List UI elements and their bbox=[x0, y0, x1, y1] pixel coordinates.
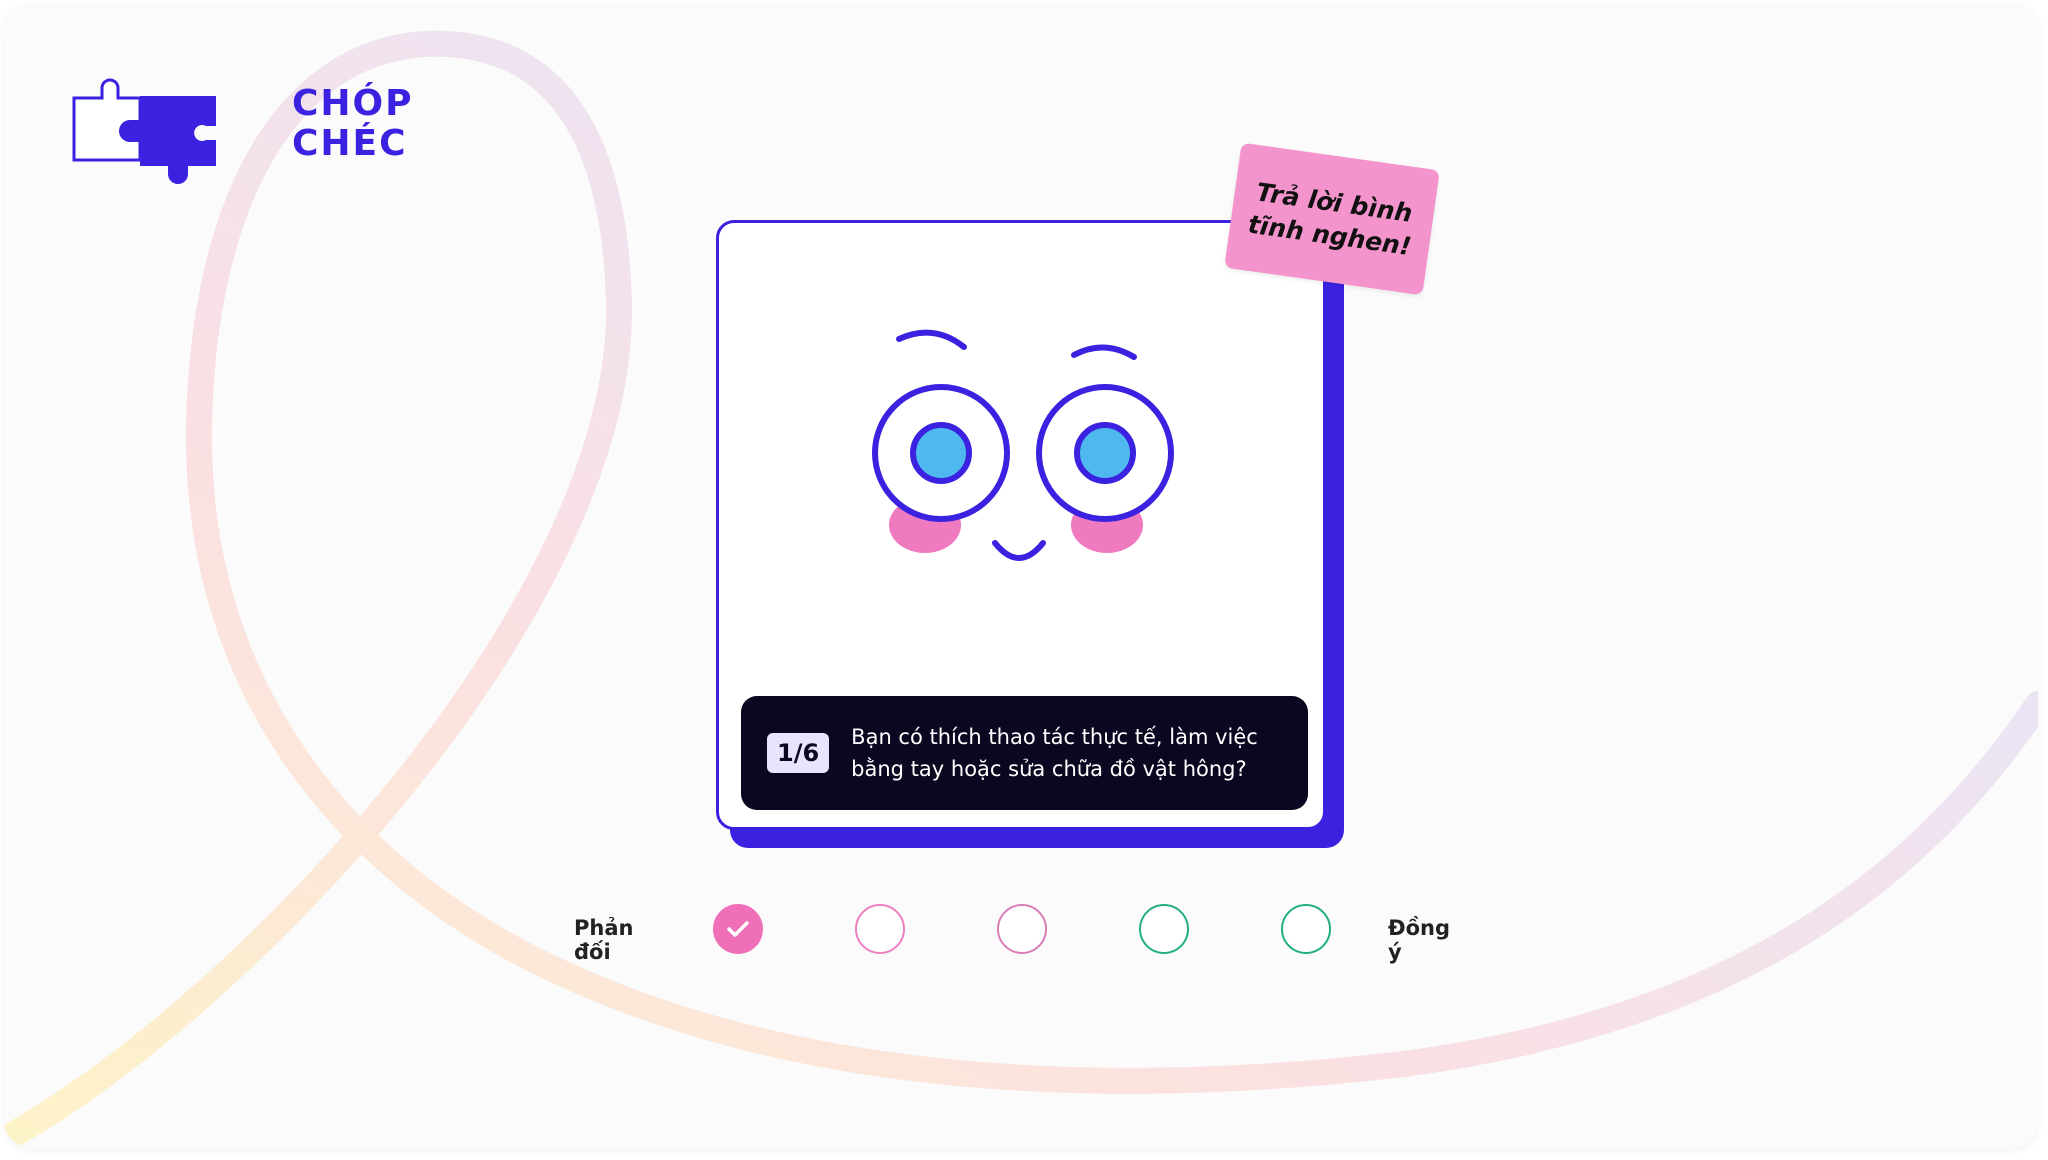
smile bbox=[992, 540, 1046, 561]
scale-option-2[interactable] bbox=[855, 904, 905, 954]
scale-option-4[interactable] bbox=[1139, 904, 1189, 954]
scale-option-1[interactable] bbox=[713, 904, 763, 954]
question-counter: 1/6 bbox=[767, 733, 830, 773]
scale-option-5[interactable] bbox=[1281, 904, 1331, 954]
right-pupil bbox=[1074, 422, 1136, 484]
brand-line-1: CHÓP bbox=[292, 83, 414, 124]
scale-option-3[interactable] bbox=[997, 904, 1047, 954]
scale-left-label: Phản đối bbox=[574, 916, 634, 964]
question-box: 1/6 Bạn có thích thao tác thực tế, làm v… bbox=[741, 696, 1308, 810]
check-icon bbox=[727, 921, 749, 937]
app-frame: CHÓP CHÉC Trả lời bình tĩnh nghen! 1/6 B… bbox=[4, 4, 2038, 1148]
question-text: Bạn có thích thao tác thực tế, làm việc … bbox=[851, 725, 1258, 781]
puzzle-logo-icon bbox=[72, 78, 216, 184]
brand-line-2: CHÉC bbox=[292, 123, 408, 164]
brand-wordmark: CHÓP CHÉC bbox=[292, 84, 414, 164]
left-eyebrow bbox=[896, 329, 967, 350]
left-pupil bbox=[910, 422, 972, 484]
scale-right-label: Đồng ý bbox=[1388, 916, 1451, 964]
right-eyebrow bbox=[1071, 344, 1137, 360]
brand-logo[interactable]: CHÓP CHÉC bbox=[70, 70, 412, 185]
